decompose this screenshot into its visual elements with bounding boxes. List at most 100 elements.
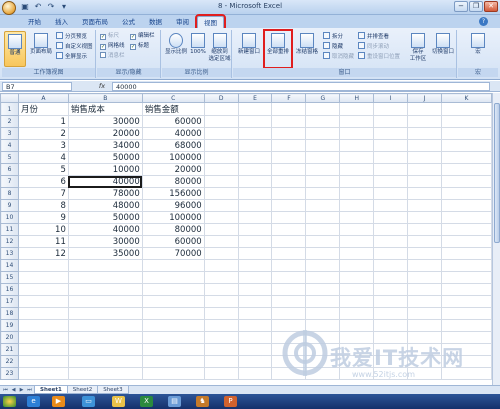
cell-i5[interactable]	[373, 151, 409, 164]
cell-e7[interactable]	[237, 175, 273, 188]
row-header[interactable]: 9	[0, 199, 19, 212]
cell-c19[interactable]	[141, 319, 205, 332]
cell-k15[interactable]	[441, 271, 492, 284]
cell-f15[interactable]	[271, 271, 307, 284]
cell-c12[interactable]: 60000	[141, 235, 205, 248]
help-icon[interactable]: ?	[479, 17, 488, 26]
cell-j17[interactable]	[407, 295, 443, 308]
cell-f11[interactable]	[271, 223, 307, 236]
cell-a5[interactable]: 4	[17, 151, 69, 164]
cell-e1[interactable]	[237, 102, 273, 116]
last-sheet-icon[interactable]: ⏭	[26, 386, 33, 394]
folder-icon[interactable]: ▭	[82, 396, 95, 407]
page-layout-view-button[interactable]: 页面布局	[28, 31, 54, 67]
column-header-k[interactable]: K	[441, 93, 492, 103]
cell-g18[interactable]	[305, 307, 341, 320]
cell-d14[interactable]	[203, 259, 239, 272]
row-header[interactable]: 13	[0, 247, 19, 260]
cell-b5[interactable]: 50000	[67, 151, 143, 164]
cell-i21[interactable]	[373, 343, 409, 356]
cell-c6[interactable]: 20000	[141, 163, 205, 176]
cell-f12[interactable]	[271, 235, 307, 248]
tab-page-layout[interactable]: 页面布局	[76, 16, 114, 28]
cell-k6[interactable]	[441, 163, 492, 176]
column-header-d[interactable]: D	[203, 93, 239, 103]
cell-j11[interactable]	[407, 223, 443, 236]
column-header-j[interactable]: J	[407, 93, 443, 103]
cell-f18[interactable]	[271, 307, 307, 320]
row-header[interactable]: 6	[0, 163, 19, 176]
cell-i18[interactable]	[373, 307, 409, 320]
cell-i11[interactable]	[373, 223, 409, 236]
cell-h7[interactable]	[339, 175, 375, 188]
cell-k17[interactable]	[441, 295, 492, 308]
cell-c20[interactable]	[141, 331, 205, 344]
cell-f4[interactable]	[271, 139, 307, 152]
cell-b23[interactable]	[67, 367, 143, 380]
tab-review[interactable]: 审阅	[170, 16, 195, 28]
cell-c2[interactable]: 60000	[141, 115, 205, 128]
tab-data[interactable]: 数据	[143, 16, 168, 28]
cell-g21[interactable]	[305, 343, 341, 356]
row-header[interactable]: 17	[0, 295, 19, 308]
cell-h22[interactable]	[339, 355, 375, 368]
cell-i9[interactable]	[373, 199, 409, 212]
cell-f2[interactable]	[271, 115, 307, 128]
formula-input[interactable]: 40000	[112, 82, 490, 91]
cell-b17[interactable]	[67, 295, 143, 308]
cell-j10[interactable]	[407, 211, 443, 224]
cell-d4[interactable]	[203, 139, 239, 152]
cell-c16[interactable]	[141, 283, 205, 296]
cell-h18[interactable]	[339, 307, 375, 320]
cell-d16[interactable]	[203, 283, 239, 296]
cell-c23[interactable]	[141, 367, 205, 380]
cell-h9[interactable]	[339, 199, 375, 212]
cell-j21[interactable]	[407, 343, 443, 356]
cell-d2[interactable]	[203, 115, 239, 128]
sheet-tab-sheet2[interactable]: Sheet2	[66, 386, 99, 394]
ruler-checkbox[interactable]: ✓ 标尺	[100, 32, 119, 41]
cell-g4[interactable]	[305, 139, 341, 152]
cell-e11[interactable]	[237, 223, 273, 236]
cell-d22[interactable]	[203, 355, 239, 368]
cell-a4[interactable]: 3	[17, 139, 69, 152]
cell-c1[interactable]: 销售金额	[141, 102, 205, 116]
macros-button[interactable]: 宏	[467, 31, 489, 67]
cell-k8[interactable]	[441, 187, 492, 200]
cell-j7[interactable]	[407, 175, 443, 188]
split-button[interactable]: 拆分	[323, 32, 343, 41]
cell-a8[interactable]: 7	[17, 187, 69, 200]
cell-h2[interactable]	[339, 115, 375, 128]
cell-h6[interactable]	[339, 163, 375, 176]
cell-i22[interactable]	[373, 355, 409, 368]
cell-g1[interactable]	[305, 102, 341, 116]
cell-b8[interactable]: 78000	[67, 187, 143, 200]
cell-e16[interactable]	[237, 283, 273, 296]
cell-b19[interactable]	[67, 319, 143, 332]
cell-j2[interactable]	[407, 115, 443, 128]
cell-c17[interactable]	[141, 295, 205, 308]
cell-h8[interactable]	[339, 187, 375, 200]
cell-j6[interactable]	[407, 163, 443, 176]
cell-f14[interactable]	[271, 259, 307, 272]
cell-j3[interactable]	[407, 127, 443, 140]
zoom-button[interactable]: 显示比例	[164, 31, 188, 67]
cell-c21[interactable]	[141, 343, 205, 356]
cell-f5[interactable]	[271, 151, 307, 164]
select-all-corner[interactable]	[0, 93, 19, 103]
normal-view-button[interactable]: 普通	[4, 31, 26, 67]
cell-d19[interactable]	[203, 319, 239, 332]
tab-home[interactable]: 开始	[22, 16, 47, 28]
cell-k16[interactable]	[441, 283, 492, 296]
cell-k22[interactable]	[441, 355, 492, 368]
cell-a9[interactable]: 8	[17, 199, 69, 212]
cell-k19[interactable]	[441, 319, 492, 332]
first-sheet-icon[interactable]: ⏮	[2, 386, 9, 394]
tab-formulas[interactable]: 公式	[116, 16, 141, 28]
zoom-100-button[interactable]: 100%	[189, 31, 207, 67]
cell-e4[interactable]	[237, 139, 273, 152]
cell-b4[interactable]: 34000	[67, 139, 143, 152]
cell-h4[interactable]	[339, 139, 375, 152]
cell-j12[interactable]	[407, 235, 443, 248]
cell-k14[interactable]	[441, 259, 492, 272]
